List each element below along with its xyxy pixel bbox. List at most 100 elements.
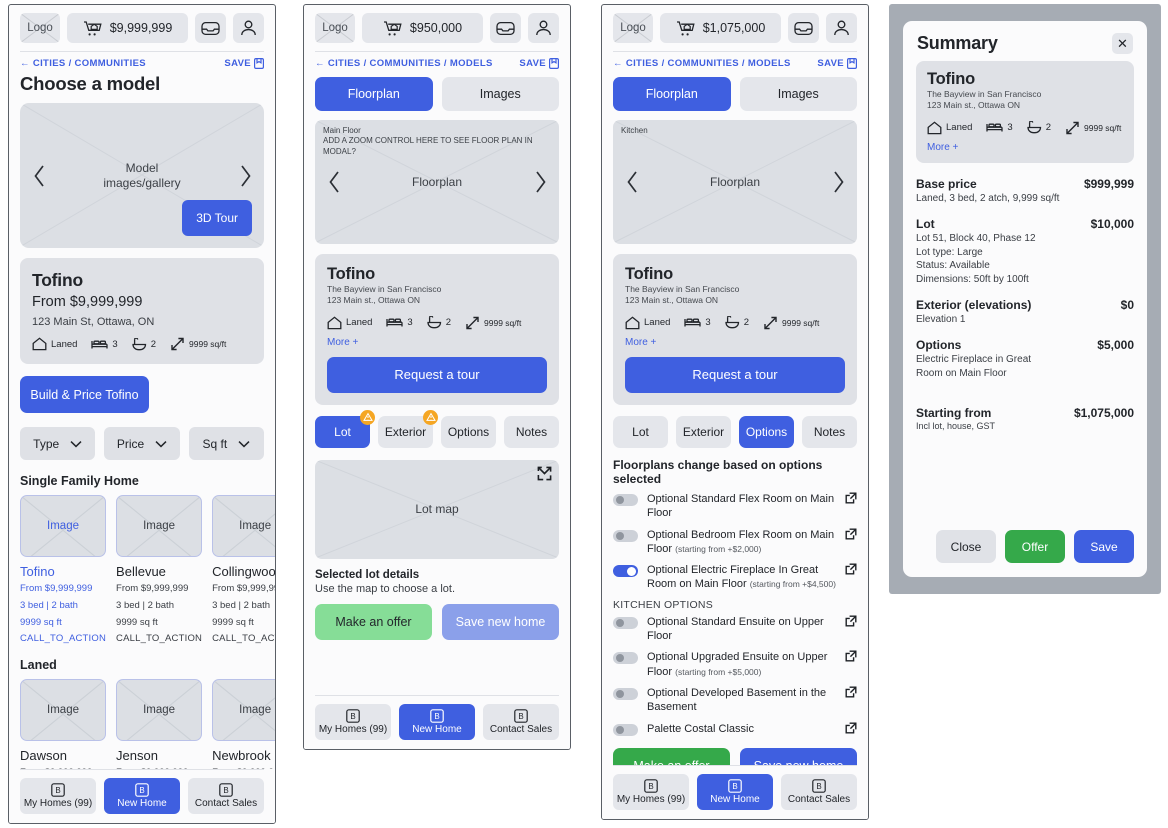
option-row[interactable]: Palette Costal Classic	[613, 722, 857, 736]
option-toggle[interactable]	[613, 723, 638, 736]
external-link-icon[interactable]	[845, 722, 857, 734]
option-toggle[interactable]	[613, 687, 638, 700]
nav-new-home-label: New Home	[710, 794, 760, 805]
modal-offer-button[interactable]: Offer	[1005, 530, 1065, 563]
breadcrumb[interactable]: ← CITIES / COMMUNITIES / MODELS	[315, 58, 493, 69]
logo[interactable]: Logo	[315, 13, 355, 43]
nav-new-home[interactable]: B New Home	[104, 778, 180, 814]
selected-lot-body: Use the map to choose a lot.	[315, 582, 456, 595]
logo[interactable]: Logo	[613, 13, 653, 43]
request-a-tour-button[interactable]: Request a tour	[327, 356, 547, 393]
floorplan-next-button[interactable]	[523, 120, 557, 244]
option-toggle[interactable]	[613, 493, 638, 506]
toggle-knob	[615, 531, 624, 540]
save-button[interactable]: SAVE	[817, 58, 857, 69]
model-card-cta[interactable]: CALL_TO_ACTION	[20, 633, 106, 644]
nav-my-homes[interactable]: B My Homes (99)	[20, 778, 96, 814]
option-row[interactable]: Optional Bedroom Flex Room on Main Floor…	[613, 528, 857, 557]
tab-exterior[interactable]: Exterior	[378, 409, 438, 448]
tab-floorplan[interactable]: Floorplan	[315, 77, 433, 111]
external-link-icon[interactable]	[845, 528, 857, 540]
floorplan-next-button[interactable]	[821, 120, 855, 244]
more-link[interactable]: More +	[327, 337, 547, 348]
floorplan-prev-button[interactable]	[317, 120, 351, 244]
expand-external-icon[interactable]	[537, 466, 552, 481]
option-row[interactable]: Optional Standard Ensuite on Upper Floor	[613, 615, 857, 644]
nav-new-home[interactable]: B New Home	[399, 704, 475, 740]
summary-label: Base price	[916, 176, 977, 191]
save-new-home-button[interactable]: Save new home	[442, 603, 559, 640]
3d-tour-button[interactable]: 3D Tour	[182, 200, 252, 236]
floorplan-viewer[interactable]: Main Floor ADD A ZOOM CONTROL HERE TO SE…	[315, 120, 559, 244]
nav-my-homes[interactable]: B My Homes (99)	[613, 774, 689, 810]
option-row[interactable]: Optional Upgraded Ensuite on Upper Floor…	[613, 650, 857, 679]
external-link-icon[interactable]	[845, 650, 857, 662]
cart-total-pill[interactable]: $950,000	[362, 13, 483, 43]
option-row[interactable]: Optional Electric Fireplace In Great Roo…	[613, 563, 857, 592]
external-link-icon[interactable]	[845, 686, 857, 698]
option-toggle[interactable]	[613, 565, 638, 578]
tab-options[interactable]: Options	[739, 415, 794, 448]
tab-lot[interactable]: Lot	[315, 409, 375, 448]
lot-map[interactable]: Lot map	[315, 459, 559, 559]
model-card-cta[interactable]: CALL_TO_ACTION	[212, 633, 275, 644]
breadcrumb[interactable]: ← CITIES / COMMUNITIES	[20, 58, 146, 69]
save-button[interactable]: SAVE	[224, 58, 264, 69]
tab-exterior[interactable]: Exterior	[676, 415, 731, 448]
make-an-offer-button[interactable]: Make an offer	[315, 603, 432, 640]
tab-options[interactable]: Options	[441, 415, 496, 448]
logo[interactable]: Logo	[20, 13, 60, 43]
external-link-icon[interactable]	[845, 492, 857, 504]
floorplan-viewer[interactable]: Kitchen Floorplan	[613, 120, 857, 244]
model-gallery[interactable]: Model images/gallery 3D Tour	[20, 103, 264, 248]
option-label: Optional Electric Fireplace In Great Roo…	[647, 563, 836, 592]
tab-images[interactable]: Images	[441, 77, 559, 111]
tab-floorplan[interactable]: Floorplan	[613, 77, 731, 111]
inbox-button[interactable]	[788, 13, 819, 43]
tab-images[interactable]: Images	[739, 77, 857, 111]
model-card[interactable]: Image Bellevue From $9,999,999 3 bed | 2…	[116, 495, 203, 644]
gallery-prev-button[interactable]	[22, 103, 56, 248]
option-price-note: (starting from +$5,000)	[675, 666, 762, 677]
modal-close-button[interactable]: Close	[936, 530, 996, 563]
modal-save-button[interactable]: Save	[1074, 530, 1134, 563]
breadcrumb[interactable]: ← CITIES / COMMUNITIES / MODELS	[613, 58, 791, 69]
more-link[interactable]: More +	[927, 142, 1123, 153]
tab-notes[interactable]: Notes	[504, 415, 559, 448]
model-card-cta[interactable]: CALL_TO_ACTION	[116, 633, 202, 644]
filter-type[interactable]: Type	[20, 427, 96, 460]
inbox-button[interactable]	[490, 13, 521, 43]
floorplan-prev-button[interactable]	[615, 120, 649, 244]
nav-contact-sales[interactable]: B Contact Sales	[188, 778, 264, 814]
account-button[interactable]	[233, 13, 264, 43]
external-link-icon[interactable]	[845, 563, 857, 575]
external-link-icon[interactable]	[845, 615, 857, 627]
filter-sqft[interactable]: Sq ft	[188, 427, 264, 460]
tab-lot[interactable]: Lot	[613, 415, 668, 448]
nav-new-home[interactable]: B New Home	[697, 774, 773, 810]
option-row[interactable]: Optional Standard Flex Room on Main Floo…	[613, 492, 857, 521]
save-button[interactable]: SAVE	[519, 58, 559, 69]
cart-total-pill[interactable]: $1,075,000	[660, 13, 781, 43]
cart-total-pill[interactable]: $9,999,999	[67, 13, 188, 43]
model-card[interactable]: Image Collingwood From $9,999,999 3 bed …	[212, 495, 275, 644]
option-row[interactable]: Optional Developed Basement in the Basem…	[613, 686, 857, 715]
inbox-button[interactable]	[195, 13, 226, 43]
option-toggle[interactable]	[613, 616, 638, 629]
nav-my-homes[interactable]: B My Homes (99)	[315, 704, 391, 740]
option-toggle[interactable]	[613, 652, 638, 665]
more-link[interactable]: More +	[625, 337, 845, 348]
nav-contact-sales[interactable]: B Contact Sales	[483, 704, 559, 740]
close-button[interactable]: ✕	[1112, 33, 1133, 54]
filter-price[interactable]: Price	[104, 427, 180, 460]
model-card[interactable]: Image Tofino From $9,999,999 3 bed | 2 b…	[20, 495, 107, 644]
model-card-specs: 3 bed | 2 bath	[116, 599, 174, 611]
save-label: SAVE	[519, 58, 546, 69]
request-a-tour-button[interactable]: Request a tour	[625, 356, 845, 393]
build-and-price-button[interactable]: Build & Price Tofino	[20, 376, 149, 413]
nav-contact-sales[interactable]: B Contact Sales	[781, 774, 857, 810]
option-toggle[interactable]	[613, 529, 638, 542]
account-button[interactable]	[826, 13, 857, 43]
tab-notes[interactable]: Notes	[802, 415, 857, 448]
account-button[interactable]	[528, 13, 559, 43]
